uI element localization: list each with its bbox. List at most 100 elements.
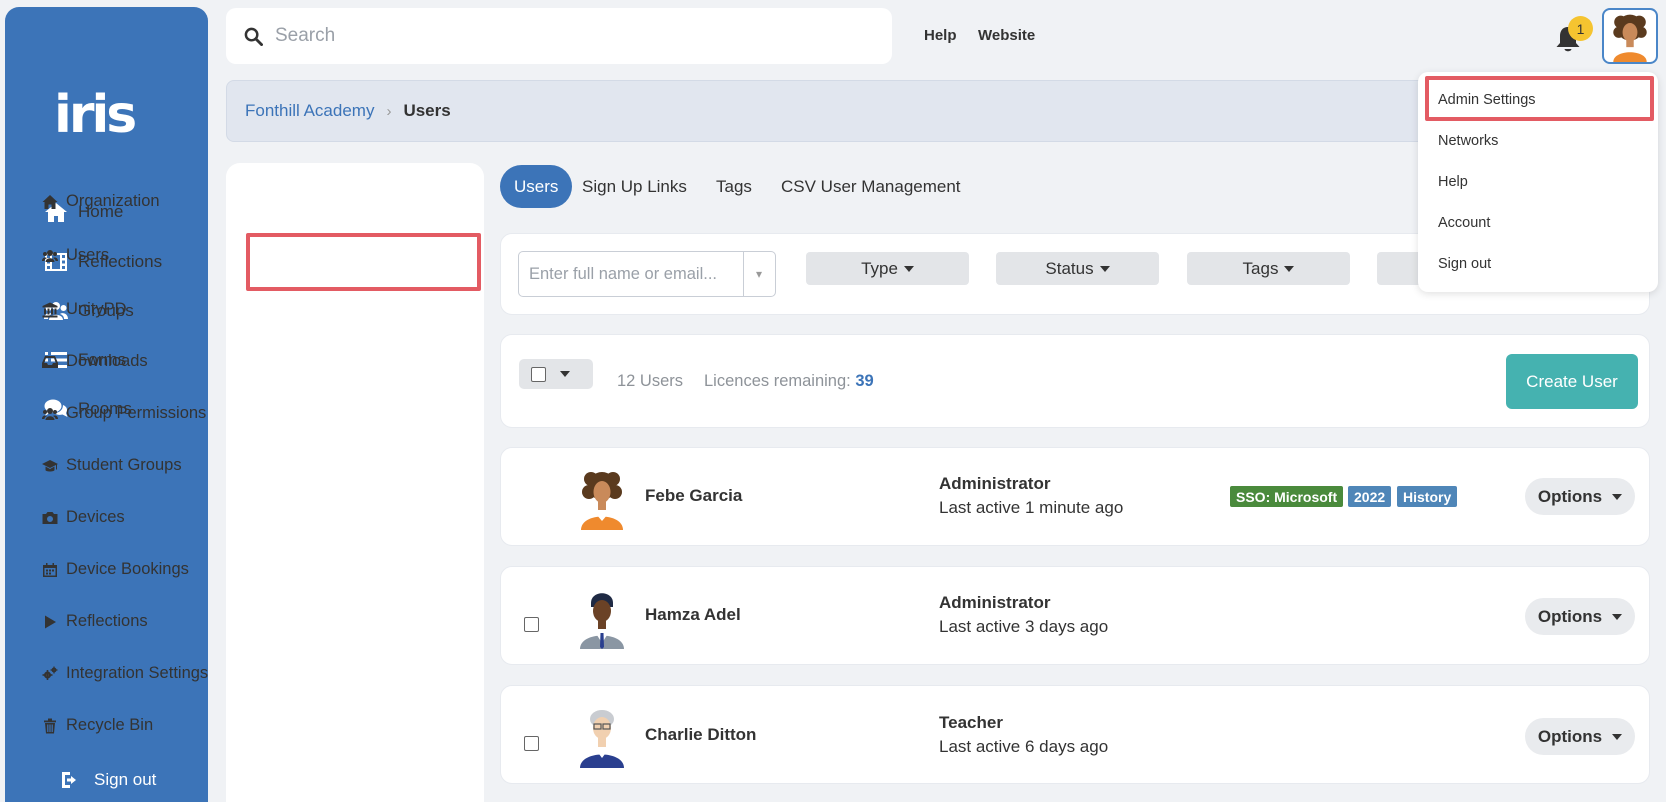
play-icon [45, 615, 56, 628]
breadcrumb-current: Users [403, 101, 451, 120]
tag-badge: 2022 [1348, 486, 1392, 507]
user-role: Administrator [939, 593, 1051, 612]
sidebar-sign-out[interactable]: Sign out [60, 770, 156, 790]
settings-item-label: Organization [66, 192, 160, 210]
cogs-icon [42, 666, 58, 680]
breadcrumb: Fonthill Academy › Users [226, 80, 1436, 142]
settings-item-label: Group Permissions [66, 404, 207, 422]
settings-item-label: Devices [66, 508, 125, 526]
calendar-icon [43, 562, 57, 577]
menu-item-account[interactable]: Account [1438, 215, 1490, 231]
settings-item-label: Users [66, 246, 110, 264]
tag-badge: History [1397, 486, 1458, 507]
options-label: Options [1537, 726, 1603, 746]
menu-item-help[interactable]: Help [1438, 174, 1468, 190]
tab-tags[interactable]: Tags [716, 165, 752, 208]
caret-down-icon [1099, 265, 1110, 272]
settings-item-group-permissions[interactable]: Group Permissions [42, 404, 206, 423]
settings-item-label: UnityPD [66, 300, 127, 318]
settings-item-organization[interactable]: Organization [42, 192, 160, 211]
notification-badge: 1 [1568, 16, 1593, 41]
profile-dropdown-menu: Admin Settings Networks Help Account Sig… [1418, 72, 1658, 292]
settings-item-label: Device Bookings [66, 560, 189, 578]
settings-item-label: Integration Settings [66, 664, 209, 682]
user-last-active: Last active 6 days ago [939, 737, 1109, 756]
licences-value: 39 [855, 372, 874, 390]
licences-label: Licences remaining: [704, 372, 851, 390]
user-name[interactable]: Hamza Adel [645, 605, 741, 625]
tab-users[interactable]: Users [500, 165, 573, 208]
settings-item-label: Recycle Bin [66, 716, 154, 734]
type-filter-label: Type [861, 258, 898, 278]
caret-down-icon [1284, 265, 1295, 272]
profile-avatar-button[interactable] [1602, 8, 1658, 64]
options-button[interactable]: Options [1525, 718, 1635, 755]
caret-down-icon [903, 265, 914, 272]
menu-item-admin-settings[interactable]: Admin Settings [1438, 92, 1536, 108]
select-all-checkbox[interactable] [531, 366, 546, 382]
website-link[interactable]: Website [978, 27, 1035, 44]
iris-logo[interactable]: iris [54, 89, 137, 141]
logo-text: iris [54, 85, 137, 145]
create-user-button[interactable]: Create User [1506, 354, 1638, 409]
options-label: Options [1537, 606, 1603, 626]
caret-down-icon [560, 371, 570, 377]
settings-item-integration-settings[interactable]: Integration Settings [42, 664, 208, 683]
user-name[interactable]: Charlie Ditton [645, 725, 756, 745]
user-last-active: Last active 1 minute ago [939, 498, 1124, 517]
camera-icon [42, 511, 58, 524]
sign-out-icon [62, 772, 76, 788]
bulk-select-dropdown[interactable] [519, 359, 593, 389]
settings-item-unitypd[interactable]: UnityPD [42, 300, 127, 319]
user-name[interactable]: Febe Garcia [645, 486, 742, 506]
menu-item-networks[interactable]: Networks [1438, 133, 1498, 149]
settings-menu [226, 163, 484, 802]
settings-item-downloads[interactable]: Downloads [42, 352, 148, 371]
licences-remaining: Licences remaining: 39 [704, 372, 874, 391]
user-count: 12 Users [617, 372, 684, 390]
user-search-combobox: ▾ [518, 251, 776, 297]
chevron-down-icon[interactable]: ▾ [743, 252, 774, 296]
caret-down-icon [1612, 613, 1623, 620]
user-last-active: Last active 3 days ago [939, 617, 1109, 636]
options-label: Options [1537, 486, 1603, 506]
tag-badge: SSO: Microsoft [1230, 486, 1344, 507]
settings-item-label: Student Groups [66, 456, 182, 474]
tab-csv-user-management[interactable]: CSV User Management [781, 165, 961, 208]
settings-item-student-groups[interactable]: Student Groups [42, 456, 182, 475]
users-icon [42, 407, 58, 420]
breadcrumb-org-link[interactable]: Fonthill Academy [245, 101, 374, 121]
trash-icon [44, 718, 56, 733]
settings-item-reflections[interactable]: Reflections [42, 612, 148, 631]
type-filter-button[interactable]: Type [806, 252, 969, 285]
options-button[interactable]: Options [1525, 598, 1635, 635]
user-role: Administrator [939, 474, 1051, 493]
caret-down-icon [1612, 733, 1623, 740]
graduation-cap-icon [42, 459, 58, 471]
options-button[interactable]: Options [1525, 478, 1635, 515]
user-avatar [580, 593, 624, 649]
settings-item-recycle-bin[interactable]: Recycle Bin [42, 716, 153, 735]
help-link[interactable]: Help [924, 27, 957, 44]
tab-sign-up-links[interactable]: Sign Up Links [582, 165, 687, 208]
user-role: Teacher [939, 713, 1003, 732]
settings-item-device-bookings[interactable]: Device Bookings [42, 560, 189, 579]
users-icon [42, 249, 58, 262]
menu-item-sign-out[interactable]: Sign out [1438, 256, 1491, 272]
settings-item-devices[interactable]: Devices [42, 508, 125, 527]
inbox-icon [42, 355, 58, 368]
tags-filter-button[interactable]: Tags [1187, 252, 1350, 285]
global-search [226, 8, 892, 64]
settings-item-label: Reflections [66, 612, 148, 630]
status-filter-button[interactable]: Status [996, 252, 1159, 285]
user-avatar [580, 710, 624, 768]
settings-item-label: Downloads [66, 352, 148, 370]
search-input[interactable] [275, 25, 835, 47]
row-checkbox[interactable] [524, 617, 539, 632]
user-avatar-icon [1613, 14, 1647, 62]
row-checkbox[interactable] [524, 736, 539, 751]
settings-item-users[interactable]: Users [42, 246, 109, 265]
caret-down-icon [1612, 493, 1623, 500]
search-icon [244, 27, 263, 46]
user-search-input[interactable] [519, 264, 743, 284]
